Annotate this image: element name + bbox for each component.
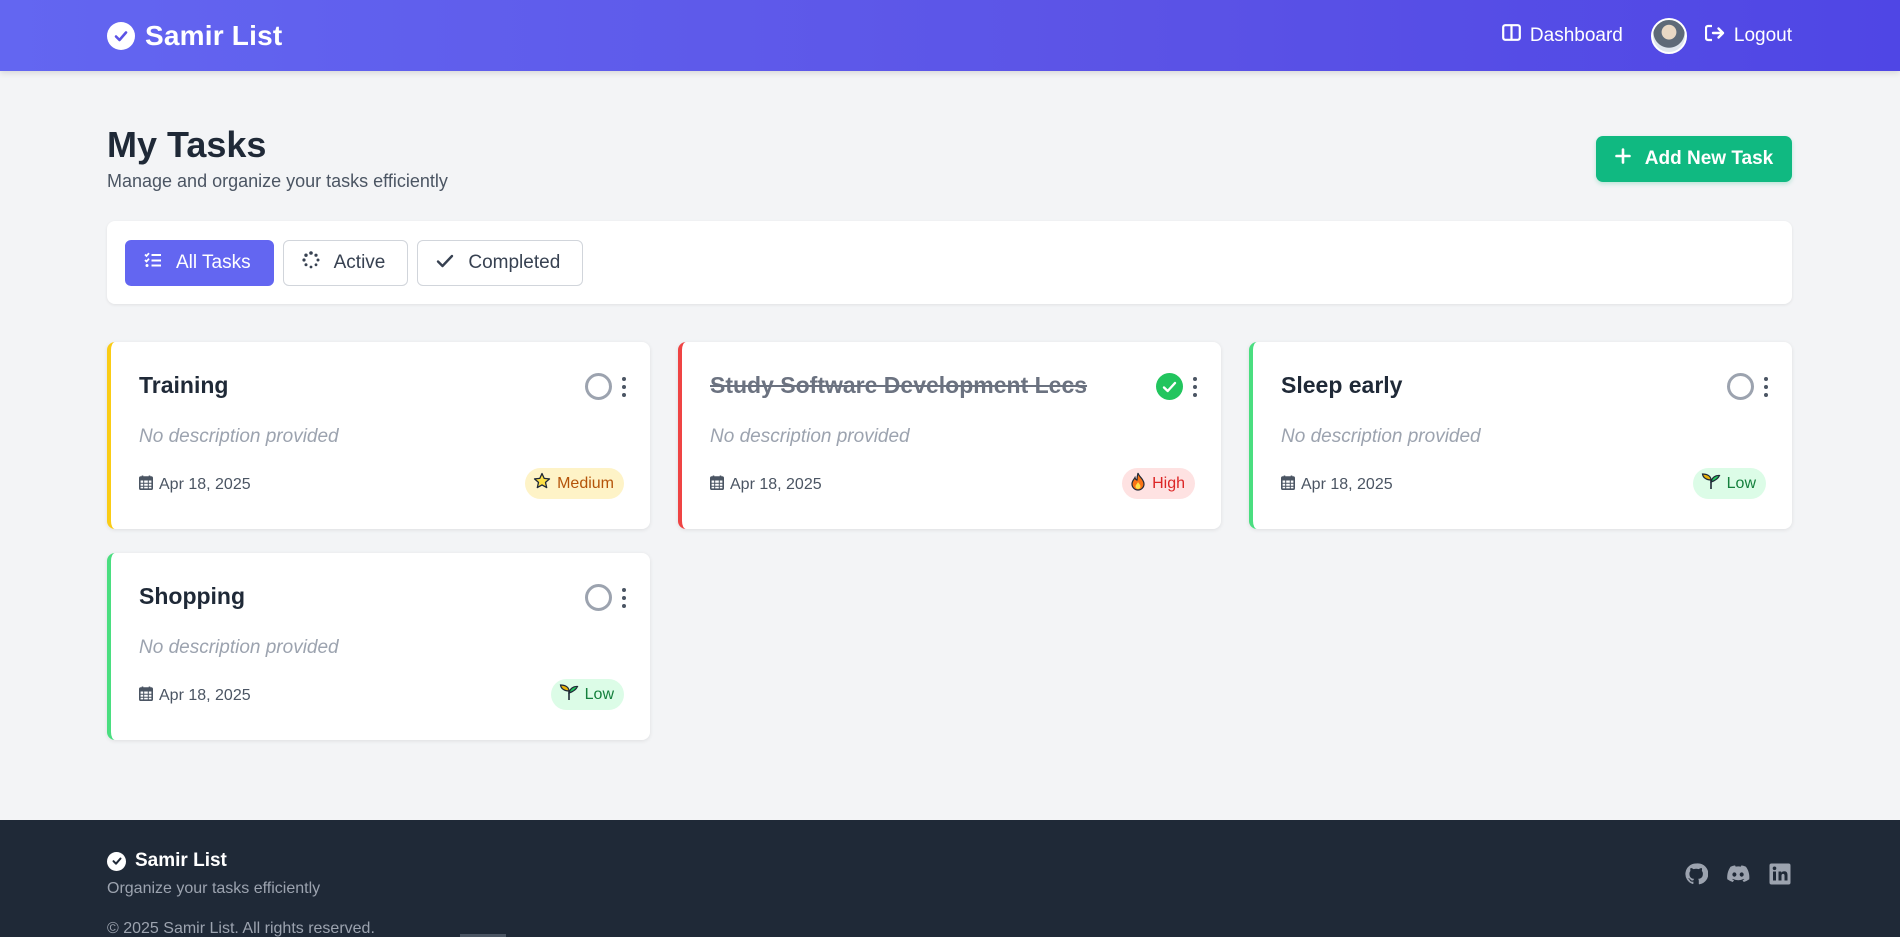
priority-badge: Medium [525,468,624,499]
check-circle-icon [107,851,126,871]
task-description: No description provided [139,426,339,447]
plus-icon [1614,148,1631,170]
spinner-icon [302,250,320,275]
add-new-task-button[interactable]: Add New Task [1596,136,1792,182]
footer: Samir List Organize your tasks efficient… [0,820,1900,937]
task-date: Apr 18, 2025 [139,475,251,495]
filter-bar: All Tasks Active Completed [107,221,1792,304]
footer-brand-title: Samir List [135,850,227,871]
fire-icon [1130,472,1146,496]
dashboard-link[interactable]: Dashboard [1502,24,1623,47]
linkedin-icon[interactable] [1768,862,1792,886]
seedling-icon [559,683,579,706]
add-new-task-label: Add New Task [1644,148,1774,169]
priority-label: Low [1726,474,1756,492]
task-actions [1727,373,1770,400]
task-title: Shopping [139,583,246,609]
user-area: Logout [1650,17,1792,54]
more-options-icon[interactable] [1762,376,1770,397]
task-actions [585,584,628,611]
task-card[interactable]: Shopping No description provided Apr 18,… [107,553,650,740]
brand-title: Samir List [145,19,283,51]
star-icon [533,472,551,495]
more-options-icon[interactable] [1191,376,1199,397]
discord-icon[interactable] [1726,862,1750,886]
nav-right: Dashboard Logout [1502,0,1792,71]
task-title: Training [139,372,229,398]
footer-brand: Samir List [107,850,227,872]
task-complete-toggle[interactable] [585,373,612,400]
more-options-icon[interactable] [620,376,628,397]
priority-label: Low [584,685,614,703]
task-title: Sleep early [1281,372,1403,398]
calendar-icon [139,686,153,706]
task-date: Apr 18, 2025 [710,475,822,495]
check-icon [436,252,454,274]
logout-icon [1704,24,1725,48]
task-description: No description provided [710,426,910,447]
footer-copyright: © 2025 Samir List. All rights reserved. [107,920,375,937]
calendar-icon [1281,475,1295,495]
github-icon[interactable] [1684,862,1708,886]
task-date: Apr 18, 2025 [139,686,251,706]
filter-active-label: Active [333,251,386,273]
dashboard-label: Dashboard [1529,24,1623,46]
task-complete-toggle[interactable] [1156,373,1183,400]
priority-label: High [1152,474,1185,492]
brand-logo[interactable]: Samir List [107,0,282,71]
page-title: My Tasks [107,124,267,165]
task-date-text: Apr 18, 2025 [730,476,822,493]
priority-label: Medium [557,474,614,492]
priority-badge: High [1122,468,1195,499]
task-complete-toggle[interactable] [585,584,612,611]
task-complete-toggle[interactable] [1727,373,1754,400]
priority-badge: Low [550,679,624,710]
filter-all-tasks[interactable]: All Tasks [125,239,274,286]
filter-all-tasks-label: All Tasks [176,251,251,273]
task-description: No description provided [139,637,339,658]
list-check-icon [144,252,162,274]
task-card[interactable]: Study Software Development Lecs No descr… [678,342,1221,529]
task-date-text: Apr 18, 2025 [1301,476,1393,493]
calendar-icon [710,475,724,495]
task-card[interactable]: Training No description provided Apr 18,… [107,342,650,529]
logout-link[interactable]: Logout [1704,24,1792,48]
seedling-icon [1701,472,1721,495]
avatar[interactable] [1650,17,1687,54]
task-date-text: Apr 18, 2025 [159,687,251,704]
task-actions [1156,373,1199,400]
task-card[interactable]: Sleep early No description provided Apr … [1249,342,1792,529]
more-options-icon[interactable] [620,587,628,608]
filter-active[interactable]: Active [282,239,409,286]
page-subtitle: Manage and organize your tasks efficient… [107,171,448,191]
logout-label: Logout [1733,24,1792,46]
priority-badge: Low [1692,468,1766,499]
task-date-text: Apr 18, 2025 [159,476,251,493]
calendar-icon [139,475,153,495]
task-actions [585,373,628,400]
social-links [1684,862,1792,886]
footer-tagline: Organize your tasks efficiently [107,880,321,897]
top-navbar: Samir List Dashboard Logout [0,0,1900,71]
filter-completed-label: Completed [468,251,561,273]
task-description: No description provided [1281,426,1481,447]
task-title: Study Software Development Lecs [710,372,1088,398]
dashboard-icon [1502,24,1521,47]
check-circle-icon [107,21,135,50]
task-date: Apr 18, 2025 [1281,475,1393,495]
filter-completed[interactable]: Completed [417,239,584,286]
